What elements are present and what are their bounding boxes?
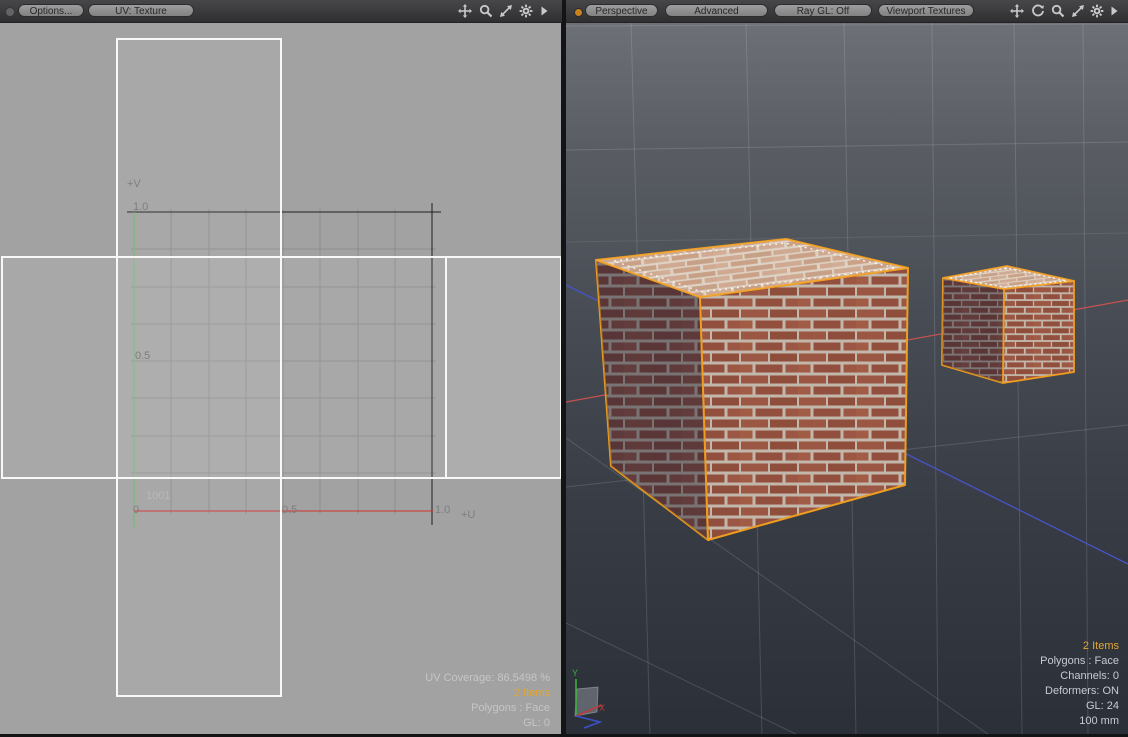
orbit-icon[interactable] xyxy=(1031,4,1045,18)
u-mid-label: 0.5 xyxy=(282,504,297,516)
gl-selection-mode: Polygons : Face xyxy=(1040,654,1119,669)
viewport-toolbar: Perspective Advanced Ray GL: Off Viewpor… xyxy=(566,0,1128,23)
more-icon[interactable] xyxy=(1107,4,1121,18)
gizmo-y-label: Y xyxy=(572,668,578,678)
udim-tile-label: 1001 xyxy=(146,490,170,502)
viewport-status-block: 2 Items Polygons : Face Channels: 0 Defo… xyxy=(1040,639,1119,729)
uv-selection-mode: Polygons : Face xyxy=(425,701,550,716)
maximize-icon[interactable] xyxy=(499,4,513,18)
more-icon[interactable] xyxy=(537,4,551,18)
v-axis-label: +V xyxy=(127,178,141,190)
view-type-button[interactable]: Perspective xyxy=(585,4,658,17)
gizmo-x-label: X xyxy=(599,703,605,713)
gl-gl-readout: GL: 24 xyxy=(1040,699,1119,714)
u-max-label: 1.0 xyxy=(435,504,450,516)
viewport-textures-button[interactable]: Viewport Textures xyxy=(878,4,974,17)
v-max-label: 1.0 xyxy=(133,201,148,213)
uv-texture-mode-button[interactable]: UV: Texture xyxy=(88,4,194,17)
gl-item-count: 2 Items xyxy=(1040,639,1119,654)
gl-channels-readout: Channels: 0 xyxy=(1040,669,1119,684)
origin-label: 0 xyxy=(133,504,139,516)
shading-mode-button[interactable]: Advanced xyxy=(665,4,768,17)
pan-icon[interactable] xyxy=(1010,4,1024,18)
u-axis-label: +U xyxy=(461,509,475,521)
v-mid-label: 0.5 xyxy=(135,350,150,362)
viewport-3d-canvas[interactable]: Y X xyxy=(566,0,1128,737)
gl-grid-size-readout: 100 mm xyxy=(1040,714,1119,729)
settings-icon[interactable] xyxy=(1090,4,1104,18)
ray-gl-button[interactable]: Ray GL: Off xyxy=(774,4,872,17)
uv-coverage-readout: UV Coverage: 86.5498 % xyxy=(425,671,550,686)
options-button[interactable]: Options... xyxy=(18,4,84,17)
uv-status-block: UV Coverage: 86.5498 % 2 Items Polygons … xyxy=(425,671,550,731)
uv-gl-readout: GL: 0 xyxy=(425,716,550,731)
maximize-icon[interactable] xyxy=(1071,4,1085,18)
brick-cube-small[interactable] xyxy=(942,266,1074,383)
application-window: +V 1.0 0.5 0 0.5 1.0 +U 1001 Options... … xyxy=(0,0,1128,737)
thumb-wheel-icon[interactable] xyxy=(5,7,15,17)
gl-state-indicator-icon[interactable] xyxy=(574,8,583,17)
uv-editor-canvas[interactable]: +V 1.0 0.5 0 0.5 1.0 +U 1001 xyxy=(0,0,562,737)
zoom-icon[interactable] xyxy=(1051,4,1065,18)
perspective-viewport-panel: Y X Perspective Advanced Ray GL: Off Vie… xyxy=(566,0,1128,737)
uv-editor-panel: +V 1.0 0.5 0 0.5 1.0 +U 1001 Options... … xyxy=(0,0,562,737)
gl-deformers-readout: Deformers: ON xyxy=(1040,684,1119,699)
pan-icon[interactable] xyxy=(458,4,472,18)
uv-item-count: 2 Items xyxy=(425,686,550,701)
settings-icon[interactable] xyxy=(519,4,533,18)
zoom-icon[interactable] xyxy=(479,4,493,18)
uv-toolbar: Options... UV: Texture xyxy=(0,0,562,23)
